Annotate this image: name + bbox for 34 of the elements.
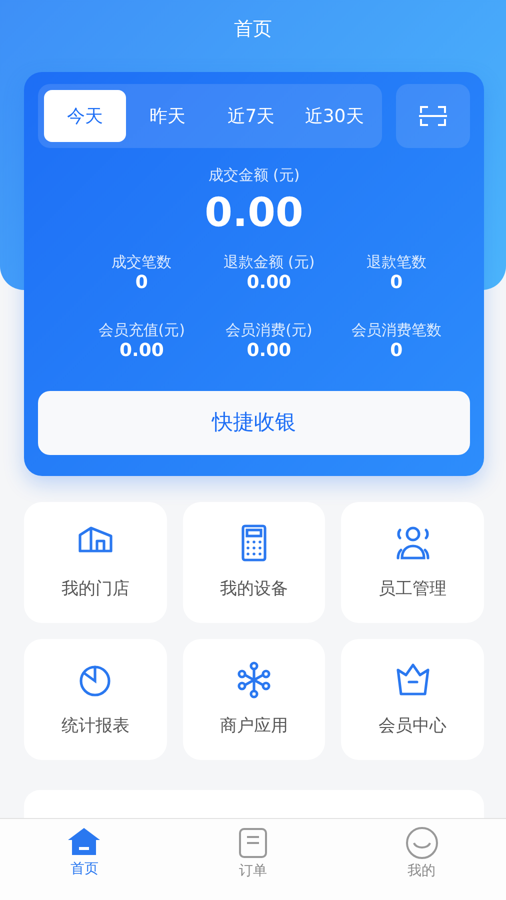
- period-tab[interactable]: 近30天: [292, 90, 376, 142]
- tab-bar-item[interactable]: 订单: [168, 819, 338, 900]
- quick-checkout-button[interactable]: 快捷收银: [38, 391, 470, 456]
- stat-value: 0: [390, 341, 403, 362]
- stat-value: 0.00: [246, 273, 292, 293]
- stat-value: 0.00: [204, 190, 304, 234]
- menu-tile[interactable]: 商户应用: [182, 639, 326, 760]
- home-icon: [66, 827, 102, 857]
- tab-bar-item[interactable]: 首页: [0, 819, 169, 900]
- stat-label: 会员充值(元): [98, 320, 186, 341]
- stat-value: 0: [390, 273, 403, 293]
- stat-value: 0: [135, 273, 148, 293]
- stat-label: 退款笔数: [366, 252, 426, 272]
- scan-button[interactable]: [396, 84, 470, 148]
- stat-label: 退款金额 (元): [223, 252, 315, 272]
- period-tab[interactable]: 昨天: [126, 90, 210, 142]
- document-icon: [238, 827, 268, 859]
- stat-label: 成交金额 (元): [207, 165, 301, 186]
- menu-tile[interactable]: 统计报表: [24, 639, 167, 760]
- tab-bar-item[interactable]: 我的: [337, 819, 506, 900]
- period-tab[interactable]: 今天: [44, 90, 126, 142]
- stat-label: 会员消费笔数: [351, 320, 442, 341]
- period-tab[interactable]: 近7天: [209, 90, 293, 142]
- smiley-icon: [404, 827, 439, 859]
- stat-label: 会员消费(元): [226, 320, 312, 341]
- stat-value: 0.00: [246, 341, 292, 362]
- stat-value: 0.00: [119, 341, 164, 362]
- menu-tile[interactable]: 我的设备: [182, 502, 326, 623]
- menu-tile[interactable]: 员工管理: [341, 502, 484, 623]
- page-title: 首页: [233, 17, 273, 42]
- menu-tile[interactable]: 会员中心: [341, 639, 484, 760]
- menu-tile[interactable]: 我的门店: [24, 502, 167, 623]
- stat-label: 成交笔数: [112, 252, 172, 272]
- scan-icon: [419, 105, 447, 127]
